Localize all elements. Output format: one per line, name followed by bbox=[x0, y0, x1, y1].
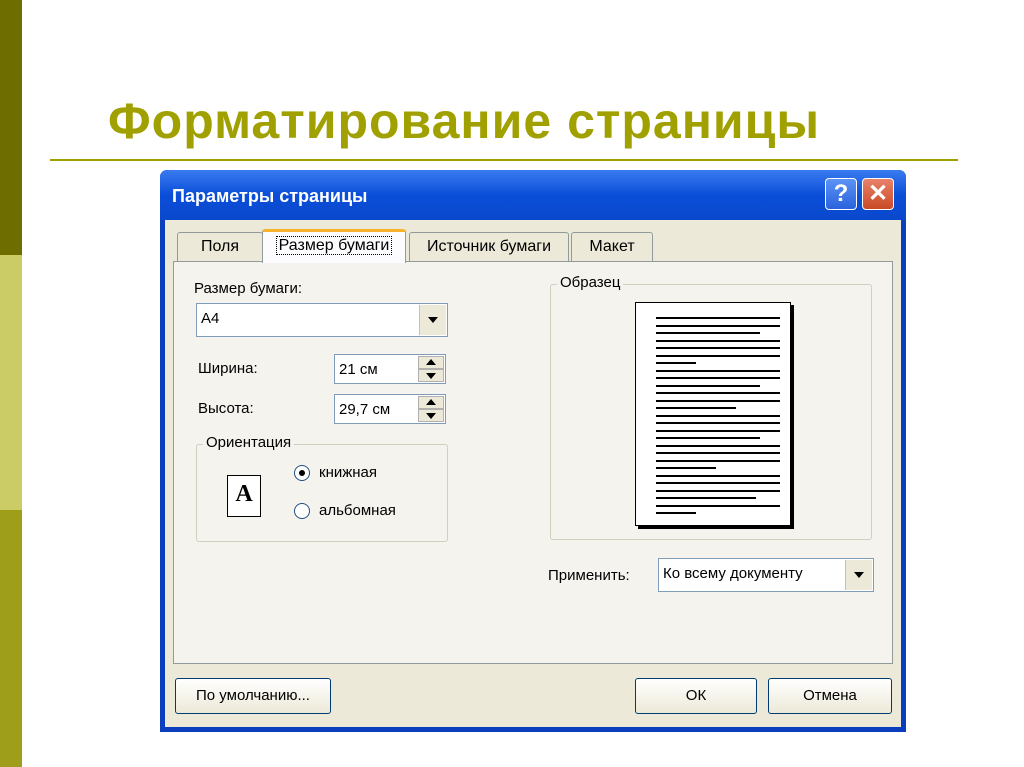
preview-title: Образец bbox=[557, 274, 624, 291]
dialog-client: Поля Размер бумаги Источник бумаги Макет… bbox=[165, 220, 901, 727]
portrait-label[interactable]: книжная bbox=[319, 464, 377, 481]
preview-text-line bbox=[656, 452, 780, 454]
page-preview bbox=[635, 302, 791, 526]
preview-text-line bbox=[656, 414, 780, 417]
orientation-title: Ориентация bbox=[203, 434, 295, 451]
width-value: 21 см bbox=[339, 361, 378, 378]
preview-text-line bbox=[656, 392, 780, 394]
apply-select[interactable]: Ко всему документу bbox=[658, 558, 874, 592]
paper-size-select[interactable]: A4 bbox=[196, 303, 448, 337]
orientation-icon-letter: A bbox=[235, 481, 253, 507]
cancel-button[interactable]: Отмена bbox=[768, 678, 892, 714]
portrait-page-icon: A bbox=[227, 475, 261, 517]
tab-paper-size[interactable]: Размер бумаги bbox=[262, 229, 406, 263]
tab-label: Размер бумаги bbox=[275, 236, 393, 255]
preview-text-line bbox=[656, 324, 780, 327]
page-setup-dialog: Параметры страницы ? ✕ Поля Размер бумаг… bbox=[160, 170, 906, 732]
portrait-radio[interactable] bbox=[294, 465, 310, 481]
preview-text-line bbox=[656, 407, 736, 409]
apply-value: Ко всему документу bbox=[663, 565, 803, 582]
preview-text-line bbox=[656, 429, 780, 432]
landscape-radio[interactable] bbox=[294, 503, 310, 519]
preview-text-line bbox=[656, 354, 780, 357]
side-stripe-dark bbox=[0, 0, 22, 255]
preview-text-line bbox=[656, 489, 780, 492]
preview-text-line bbox=[656, 504, 780, 507]
preview-text-line bbox=[656, 437, 760, 439]
paper-size-value: A4 bbox=[201, 310, 220, 327]
preview-text-line bbox=[656, 459, 780, 462]
preview-text-line bbox=[656, 482, 780, 484]
chevron-down-icon[interactable] bbox=[845, 560, 872, 590]
tab-panel: Размер бумаги: A4 Ширина: 21 см Высота: … bbox=[173, 261, 893, 664]
tab-margins[interactable]: Поля bbox=[177, 232, 263, 262]
tab-label: Поля bbox=[200, 238, 240, 255]
preview-text-line bbox=[656, 347, 780, 349]
question-icon: ? bbox=[833, 180, 849, 207]
preview-text-line bbox=[656, 512, 696, 514]
preview-text-line bbox=[656, 444, 780, 447]
preview-text-line bbox=[656, 497, 756, 499]
chevron-down-icon[interactable] bbox=[419, 305, 446, 335]
help-button[interactable]: ? bbox=[825, 178, 857, 210]
preview-text-line bbox=[656, 362, 696, 364]
spin-down-icon[interactable] bbox=[418, 409, 444, 422]
height-value: 29,7 см bbox=[339, 401, 391, 418]
spin-up-icon[interactable] bbox=[418, 396, 444, 409]
height-label: Высота: bbox=[198, 400, 254, 417]
preview-text-line bbox=[656, 467, 716, 469]
orientation-group: Ориентация A книжная альбомная bbox=[196, 434, 448, 542]
preview-text-line bbox=[656, 474, 780, 477]
preview-text-line bbox=[656, 377, 780, 379]
preview-group: Образец bbox=[550, 274, 872, 540]
close-icon: ✕ bbox=[867, 180, 889, 207]
side-stripe-mid bbox=[0, 510, 22, 767]
preview-text-line bbox=[656, 332, 760, 334]
tab-label: Источник бумаги bbox=[426, 238, 552, 255]
side-stripe-light bbox=[0, 255, 22, 510]
tab-paper-source[interactable]: Источник бумаги bbox=[409, 232, 569, 262]
preview-text-line bbox=[656, 369, 780, 372]
spin-up-icon[interactable] bbox=[418, 356, 444, 369]
preview-text-line bbox=[656, 384, 760, 387]
spin-down-icon[interactable] bbox=[418, 369, 444, 382]
preview-text-line bbox=[656, 317, 780, 319]
default-button[interactable]: По умолчанию... bbox=[175, 678, 331, 714]
landscape-label[interactable]: альбомная bbox=[319, 502, 396, 519]
apply-label: Применить: bbox=[548, 567, 630, 584]
width-label: Ширина: bbox=[198, 360, 258, 377]
paper-size-label: Размер бумаги: bbox=[194, 280, 302, 297]
slide-title: Форматирование страницы bbox=[108, 93, 821, 149]
tab-layout[interactable]: Макет bbox=[571, 232, 653, 262]
preview-text-line bbox=[656, 339, 780, 342]
close-button[interactable]: ✕ bbox=[862, 178, 894, 210]
width-spinner[interactable]: 21 см bbox=[334, 354, 446, 384]
dialog-titlebar[interactable]: Параметры страницы ? ✕ bbox=[160, 170, 906, 220]
title-underline bbox=[50, 159, 958, 161]
dialog-title: Параметры страницы bbox=[172, 186, 368, 206]
ok-button[interactable]: ОК bbox=[635, 678, 757, 714]
height-spinner[interactable]: 29,7 см bbox=[334, 394, 446, 424]
preview-text-line bbox=[656, 422, 780, 424]
tab-label: Макет bbox=[589, 238, 635, 255]
preview-text-line bbox=[656, 399, 780, 402]
